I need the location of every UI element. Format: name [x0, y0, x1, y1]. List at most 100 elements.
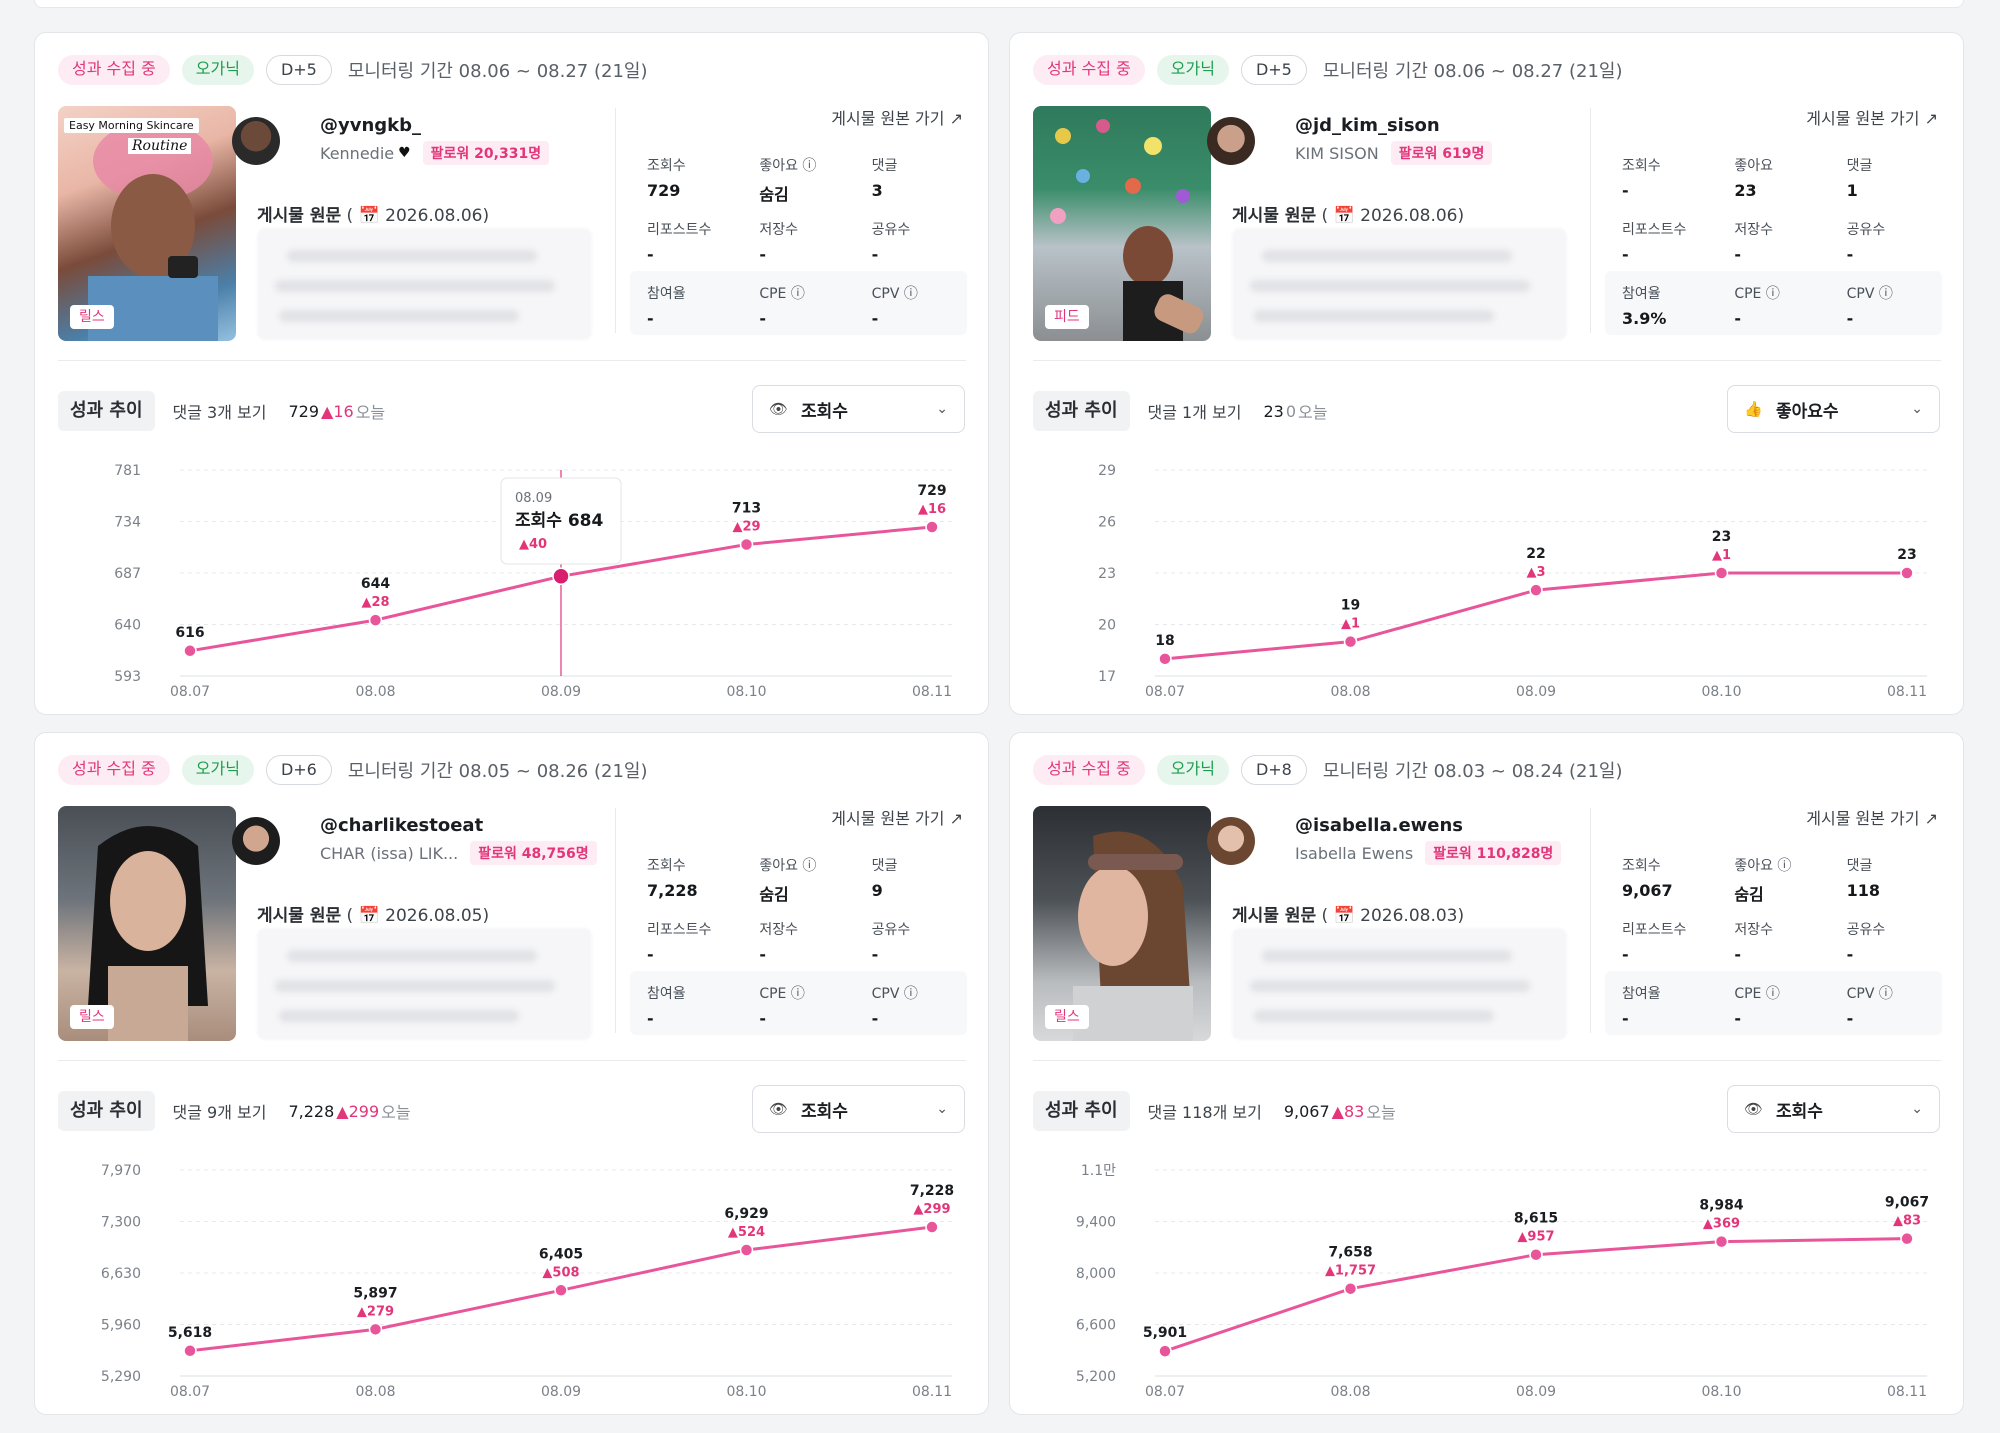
post-original-label: 게시물 원문 — [257, 206, 342, 226]
post-text-blurred — [1232, 928, 1567, 1040]
stat-value: - — [1846, 945, 1854, 964]
increase-label: ▲957 — [1517, 1230, 1554, 1245]
data-point — [183, 1344, 197, 1358]
stat-label: 저장수 — [759, 922, 798, 938]
stat-label: 좋아요 ⓘ — [759, 858, 817, 874]
influencer-handle[interactable]: @charlikestoeat — [320, 815, 483, 836]
trend-chart[interactable]: 1.1만 9,400 8,000 6,600 5,200 08.07 08.08 08.09 0… — [1010, 1148, 1965, 1413]
trend-chart[interactable]: 781 734 687 640 593 08.07 08.08 08.09 08.10 08.11… — [35, 448, 990, 713]
y-tick-label: 17 — [1098, 669, 1116, 685]
x-tick-label: 08.07 — [170, 1384, 210, 1400]
stat-value: 729 — [647, 181, 681, 200]
info-icon[interactable]: ⓘ — [791, 986, 805, 1002]
stat-value: - — [647, 1009, 654, 1028]
data-label: 5,897 — [353, 1285, 397, 1301]
eye-icon: 👁 — [769, 400, 789, 418]
trend-chart[interactable]: 7,970 7,300 6,630 5,960 5,290 08.07 08.08 08.09… — [35, 1148, 990, 1413]
influencer-handle[interactable]: @jd_kim_sison — [1295, 115, 1440, 136]
data-label: 616 — [175, 625, 204, 641]
today-label: 오늘 — [1366, 1103, 1396, 1122]
post-thumbnail[interactable]: 릴스 — [58, 806, 236, 1041]
stat-value: - — [1734, 945, 1741, 964]
increase-label: ▲1 — [1341, 617, 1360, 632]
x-tick-label: 08.08 — [1330, 684, 1370, 700]
data-point — [1900, 1231, 1914, 1246]
stat-label: 공유수 — [871, 222, 911, 238]
y-tick-label: 734 — [114, 515, 141, 531]
metric-select[interactable]: 👁 조회수 ⌄ — [752, 385, 965, 433]
trend-title: 성과 추이 — [1033, 1091, 1130, 1131]
x-tick-label: 08.08 — [355, 684, 395, 700]
x-tick-label: 08.08 — [355, 1384, 395, 1400]
data-point — [368, 613, 383, 627]
external-link-icon: ↗ — [949, 809, 963, 828]
monitoring-period: 모니터링 기간 08.05 ~ 08.26 (21일) — [347, 761, 648, 782]
stat-value: - — [1734, 1009, 1741, 1028]
avatar — [1207, 117, 1255, 165]
stat-value: - — [647, 309, 654, 328]
info-icon[interactable]: ⓘ — [904, 286, 918, 302]
tooltip-date: 08.09 — [515, 491, 552, 506]
influencer-handle[interactable]: @isabella.ewens — [1295, 815, 1463, 836]
increase-label: ▲3 — [1526, 565, 1545, 580]
calendar-icon: 📅 — [1333, 906, 1355, 926]
post-date: 2026.08.03 — [1360, 906, 1458, 926]
stat-value: - — [1622, 945, 1629, 964]
metric-select[interactable]: 👍 좋아요수 ⌄ — [1727, 385, 1940, 433]
metric-select[interactable]: 👁 조회수 ⌄ — [1727, 1085, 1940, 1133]
post-date: 2026.08.06 — [1360, 206, 1458, 226]
follower-badge: 팔로워 48,756명 — [470, 841, 597, 865]
y-tick-label: 687 — [114, 566, 141, 582]
data-label: 23 — [1712, 529, 1731, 545]
info-icon[interactable]: ⓘ — [1777, 858, 1791, 874]
increase-label: ▲29 — [732, 520, 760, 535]
view-comments-link[interactable]: 댓글 9개 보기 — [173, 1099, 267, 1123]
influencer-handle[interactable]: @yvngkb_ — [320, 115, 421, 136]
info-icon[interactable]: ⓘ — [1766, 986, 1780, 1002]
data-label: 6,929 — [724, 1206, 768, 1222]
display-name: CHAR (issa) LIK... — [320, 843, 459, 863]
view-comments-link[interactable]: 댓글 3개 보기 — [173, 399, 267, 423]
view-original-link[interactable]: 게시물 원본 가기 ↗ — [1806, 105, 1938, 129]
stat-label: CPE ⓘ — [1734, 986, 1780, 1002]
metric-select[interactable]: 👁 조회수 ⌄ — [752, 1085, 965, 1133]
info-icon[interactable]: ⓘ — [1879, 986, 1893, 1002]
today-value: 729 — [288, 401, 320, 421]
data-point — [552, 567, 570, 586]
post-text-blurred — [257, 228, 592, 340]
post-thumbnail[interactable]: 피드 — [1033, 106, 1211, 341]
view-original-link[interactable]: 게시물 원본 가기 ↗ — [1806, 805, 1938, 829]
stat-value: - — [871, 245, 879, 264]
view-comments-link[interactable]: 댓글 1개 보기 — [1148, 399, 1242, 423]
increase-label: ▲1,757 — [1325, 1264, 1376, 1279]
content-card: 성과 수집 중 오가닉 D+5 모니터링 기간 08.06 ~ 08.27 (2… — [34, 32, 989, 715]
info-icon[interactable]: ⓘ — [802, 158, 816, 174]
stat-value: 23 — [1734, 181, 1757, 200]
today-label: 오늘 — [355, 403, 386, 422]
view-comments-link[interactable]: 댓글 118개 보기 — [1148, 1099, 1262, 1123]
stat-value: 숨김 — [1734, 885, 1764, 904]
view-original-link[interactable]: 게시물 원본 가기 ↗ — [831, 805, 963, 829]
stats-grid: 조회수 9,067 좋아요 ⓘ 숨김 댓글 118 리포스트수 - 저장수 - 공유수 - 참여율 -… — [1605, 843, 1942, 1035]
data-label: 8,615 — [1514, 1211, 1558, 1227]
post-thumbnail[interactable]: 릴스 — [1033, 806, 1211, 1041]
info-icon[interactable]: ⓘ — [904, 986, 918, 1002]
increase-label: ▲508 — [542, 1265, 579, 1280]
y-tick-label: 23 — [1098, 566, 1116, 582]
view-original-link[interactable]: 게시물 원본 가기 ↗ — [831, 105, 963, 129]
today-label: 오늘 — [381, 1103, 411, 1122]
stat-label: 저장수 — [759, 222, 798, 238]
x-tick-label: 08.11 — [912, 1384, 952, 1400]
info-icon[interactable]: ⓘ — [1766, 286, 1780, 302]
data-point — [1529, 583, 1543, 597]
avatar — [1207, 817, 1255, 865]
info-icon[interactable]: ⓘ — [1879, 286, 1893, 302]
post-original-label: 게시물 원문 — [257, 906, 342, 926]
info-icon[interactable]: ⓘ — [802, 858, 816, 874]
calendar-icon: 📅 — [358, 206, 380, 226]
trend-chart[interactable]: 29 26 23 20 17 08.07 08.08 08.09 08.10 08.11 18 19 ▲… — [1010, 448, 1965, 713]
post-thumbnail[interactable]: Easy Morning Skincare Routine 릴스 — [58, 106, 236, 341]
post-text-blurred — [257, 928, 592, 1040]
info-icon[interactable]: ⓘ — [791, 286, 805, 302]
data-label: 23 — [1897, 547, 1916, 563]
